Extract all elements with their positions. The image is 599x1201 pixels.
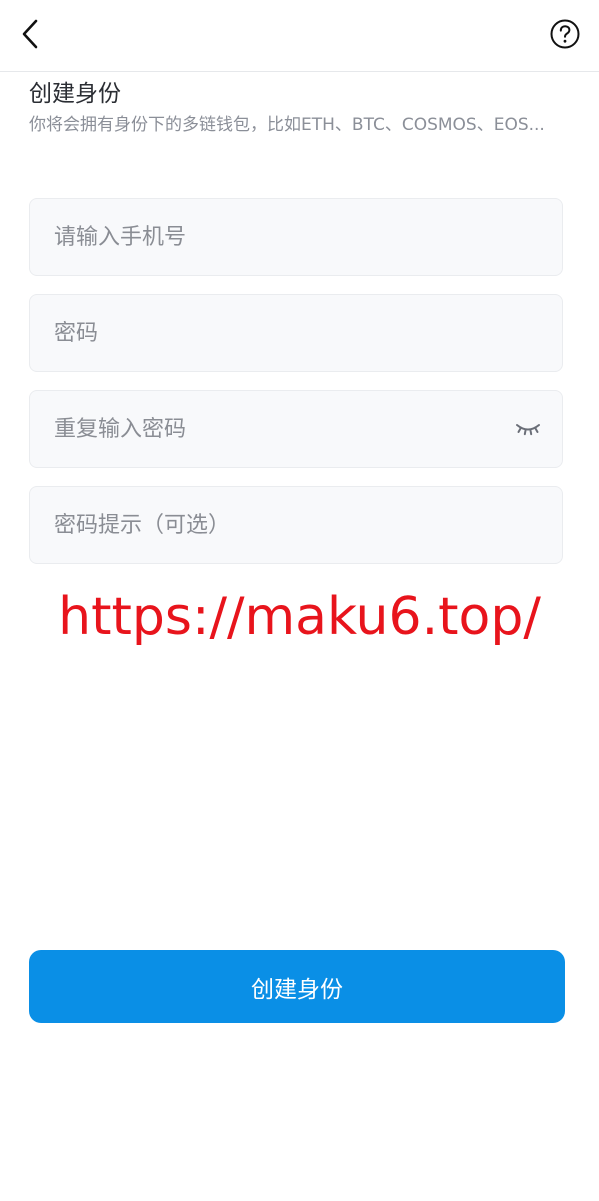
back-button[interactable]	[12, 14, 48, 54]
chevron-left-icon	[22, 19, 38, 49]
page-title: 创建身份	[29, 81, 121, 107]
create-identity-page: 创建身份 你将会拥有身份下的多链钱包，比如ETH、BTC、COSMOS、EOS.…	[0, 0, 599, 1201]
password-field[interactable]	[29, 294, 563, 372]
create-identity-button[interactable]: 创建身份	[29, 950, 565, 1023]
password-input[interactable]	[54, 295, 494, 371]
eye-closed-icon	[516, 424, 540, 436]
question-circle-icon	[550, 19, 580, 49]
password-hint-input[interactable]	[54, 487, 494, 563]
phone-field[interactable]	[29, 198, 563, 276]
confirm-password-input[interactable]	[54, 391, 494, 467]
watermark-url: https://maku6.top/	[58, 587, 541, 647]
password-hint-field[interactable]	[29, 486, 563, 564]
help-button[interactable]	[548, 17, 582, 51]
confirm-password-field[interactable]	[29, 390, 563, 468]
phone-input[interactable]	[54, 199, 494, 275]
top-bar	[0, 0, 599, 72]
page-subtitle: 你将会拥有身份下的多链钱包，比如ETH、BTC、COSMOS、EOS...	[29, 115, 545, 135]
toggle-password-visibility-button[interactable]	[512, 415, 544, 443]
